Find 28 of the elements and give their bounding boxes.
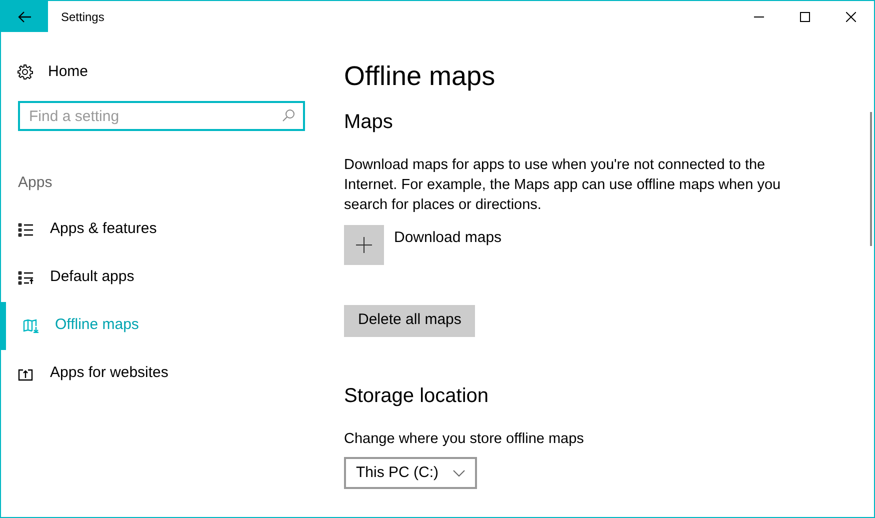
section-label: Apps <box>18 173 54 193</box>
storage-dropdown[interactable]: This PC (C:) <box>344 457 476 490</box>
description-text: Download maps for apps to use when you're not connected to the Internet. For example, the Maps app can use offline maps when you search for places or directions. <box>344 156 782 214</box>
page-title: Offline maps <box>344 60 496 93</box>
map-icon <box>23 318 39 332</box>
scrollbar[interactable] <box>870 112 872 246</box>
chevron-down-icon <box>452 470 464 477</box>
section-heading: Storage location <box>344 384 490 408</box>
settings-icon <box>17 64 33 80</box>
window-title: Settings <box>61 8 104 26</box>
download-maps-label[interactable]: Download maps <box>394 226 502 249</box>
search-field[interactable]: Find a setting <box>18 101 305 131</box>
window-icon <box>18 366 34 380</box>
search-icon <box>282 109 295 122</box>
section-heading: Maps <box>344 110 394 134</box>
close-icon <box>846 12 856 22</box>
nav-item[interactable]: Apps for websites <box>1 350 343 398</box>
nav-item[interactable]: Apps & features <box>1 206 343 254</box>
home-item[interactable]: Home <box>17 62 343 82</box>
add-button[interactable] <box>344 224 384 264</box>
maximize-icon <box>800 12 810 22</box>
nav-item[interactable]: Default apps <box>1 254 343 302</box>
storage-description: Change where you store offline maps <box>344 430 585 448</box>
plus-icon <box>356 236 372 252</box>
list-icon <box>18 222 34 236</box>
back-arrow-icon <box>18 10 32 22</box>
list-icon <box>18 270 34 284</box>
delete-all-maps-button[interactable]: Delete all maps <box>344 304 476 336</box>
